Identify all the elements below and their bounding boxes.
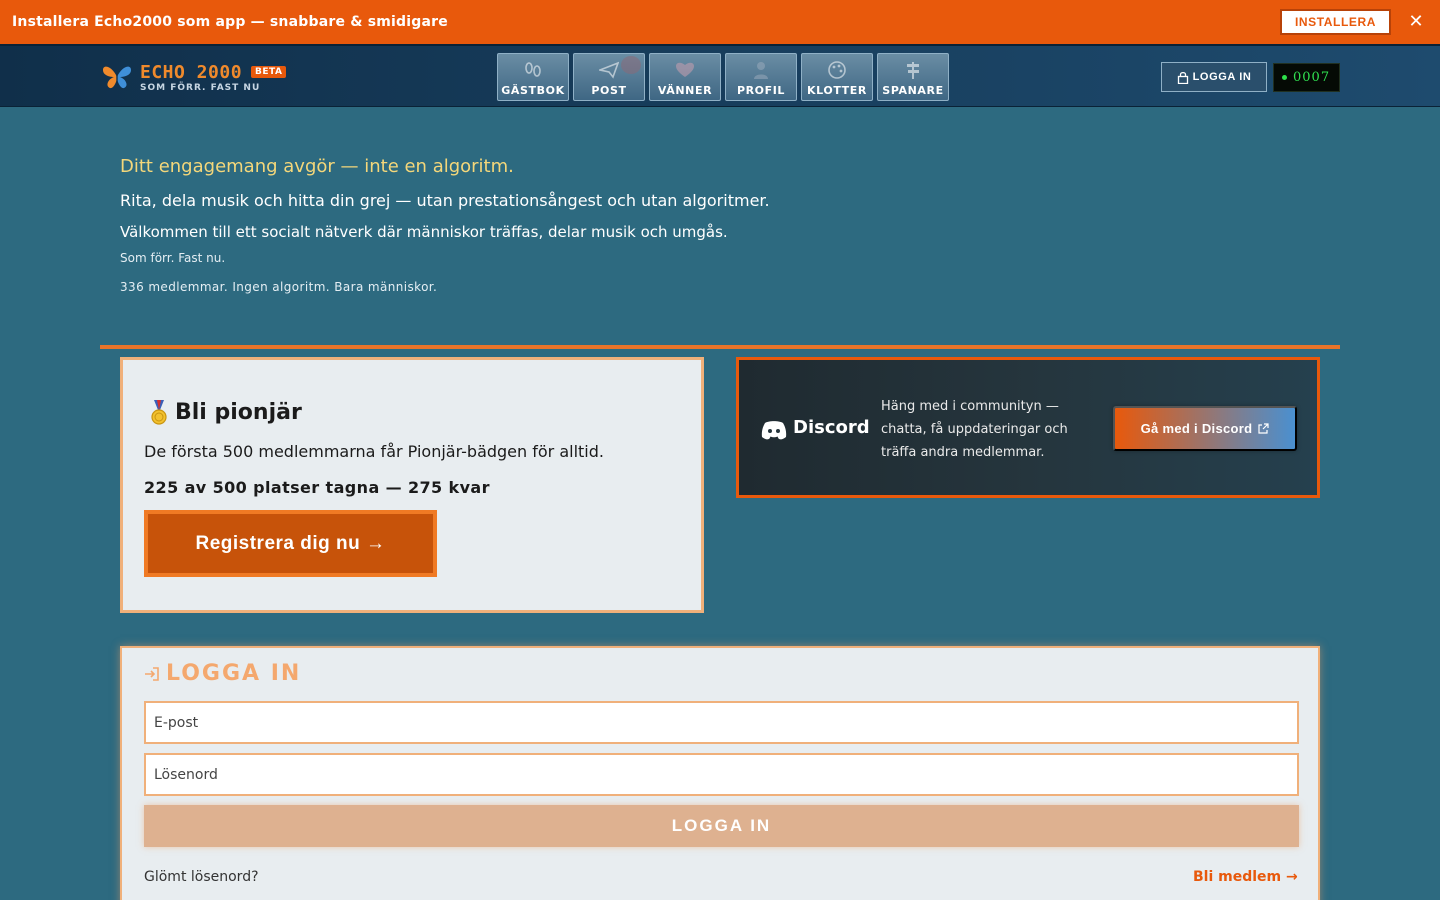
become-member-link[interactable]: Bli medlem → (1193, 869, 1298, 885)
pioneer-title: Bli pionjär (175, 400, 302, 425)
nav-item-gastbok[interactable]: GÄSTBOK (497, 53, 569, 101)
discord-icon (761, 421, 787, 440)
hero-welcome: Välkommen till ett socialt nätverk där m… (120, 223, 728, 241)
external-link-icon (1258, 423, 1269, 434)
pioneer-card: Bli pionjär De första 500 medlemmarna få… (120, 357, 704, 613)
visitor-counter: 0007 (1273, 63, 1340, 92)
lock-icon (1177, 71, 1188, 84)
close-icon[interactable]: ✕ (1406, 12, 1426, 32)
hero-intro: Rita, dela musik och hitta din grej — ut… (120, 191, 770, 210)
nav-item-profil[interactable]: PROFIL (725, 53, 797, 101)
footprints-icon (521, 59, 545, 81)
logo-title: ECHO 2000 (140, 62, 243, 83)
install-banner: Installera Echo2000 som app — snabbare &… (0, 0, 1440, 44)
sign-in-icon (145, 667, 159, 681)
nav-item-klotter[interactable]: KLOTTER (801, 53, 873, 101)
discord-card: Discord Häng med i communityn — chatta, … (736, 357, 1320, 498)
online-dot-icon (1282, 75, 1287, 80)
nav-label: PROFIL (736, 84, 786, 97)
signpost-icon (901, 59, 925, 81)
install-button[interactable]: INSTALLERA (1280, 9, 1391, 35)
medal-icon (151, 400, 167, 425)
nav-item-vanner[interactable]: VÄNNER (649, 53, 721, 101)
join-discord-button[interactable]: Gå med i Discord (1113, 406, 1297, 451)
palette-icon (825, 59, 849, 81)
hero-slogan: Som förr. Fast nu. (120, 251, 226, 265)
main-nav: GÄSTBOK POST VÄNNER PROFIL KLOTTER SPANA… (497, 53, 949, 101)
logo-subtitle: SOM FÖRR. FAST NU (140, 83, 261, 93)
header-login-label: LOGGA IN (1192, 71, 1252, 83)
nav-label: KLOTTER (807, 84, 867, 97)
pioneer-slots-count: 225 av 500 platser tagna — 275 kvar (144, 478, 490, 497)
header-login-button[interactable]: LOGGA IN (1161, 62, 1267, 92)
login-heading: LOGGA IN (166, 661, 302, 686)
register-button[interactable]: Registrera dig nu → (144, 510, 437, 577)
password-field[interactable] (144, 753, 1299, 796)
nav-label: POST (591, 84, 627, 97)
discord-description: Häng med i communityn — chatta, få uppda… (881, 399, 1068, 460)
email-field[interactable] (144, 701, 1299, 744)
pioneer-description: De första 500 medlemmarna får Pionjär-bä… (144, 442, 604, 461)
notification-bubble-icon (621, 56, 641, 74)
discord-name: Discord (793, 417, 870, 438)
section-divider (100, 345, 1340, 349)
join-discord-label: Gå med i Discord (1140, 421, 1253, 436)
site-header: ECHO 2000 BETA SOM FÖRR. FAST NU GÄSTBOK… (0, 44, 1440, 107)
heart-icon (673, 59, 697, 81)
beta-badge: BETA (251, 66, 287, 78)
nav-item-post[interactable]: POST (573, 53, 645, 101)
nav-item-spanare[interactable]: SPANARE (877, 53, 949, 101)
nav-label: VÄNNER (657, 84, 713, 97)
nav-label: GÄSTBOK (501, 84, 565, 97)
install-banner-text: Installera Echo2000 som app — snabbare &… (12, 14, 448, 30)
logo[interactable]: ECHO 2000 BETA SOM FÖRR. FAST NU (102, 62, 302, 96)
login-submit-button[interactable]: LOGGA IN (144, 805, 1299, 847)
paper-plane-icon (597, 59, 621, 81)
butterfly-icon (103, 66, 131, 89)
person-icon (749, 59, 773, 81)
nav-label: SPANARE (882, 84, 944, 97)
counter-value: 0007 (1293, 70, 1331, 85)
login-card: LOGGA IN LOGGA IN Glömt lösenord? Bli me… (120, 646, 1320, 900)
hero-tagline: Ditt engagemang avgör — inte en algoritm… (120, 156, 514, 177)
forgot-password-link[interactable]: Glömt lösenord? (144, 869, 259, 885)
member-count: 336 medlemmar. Ingen algoritm. Bara männ… (120, 280, 438, 294)
